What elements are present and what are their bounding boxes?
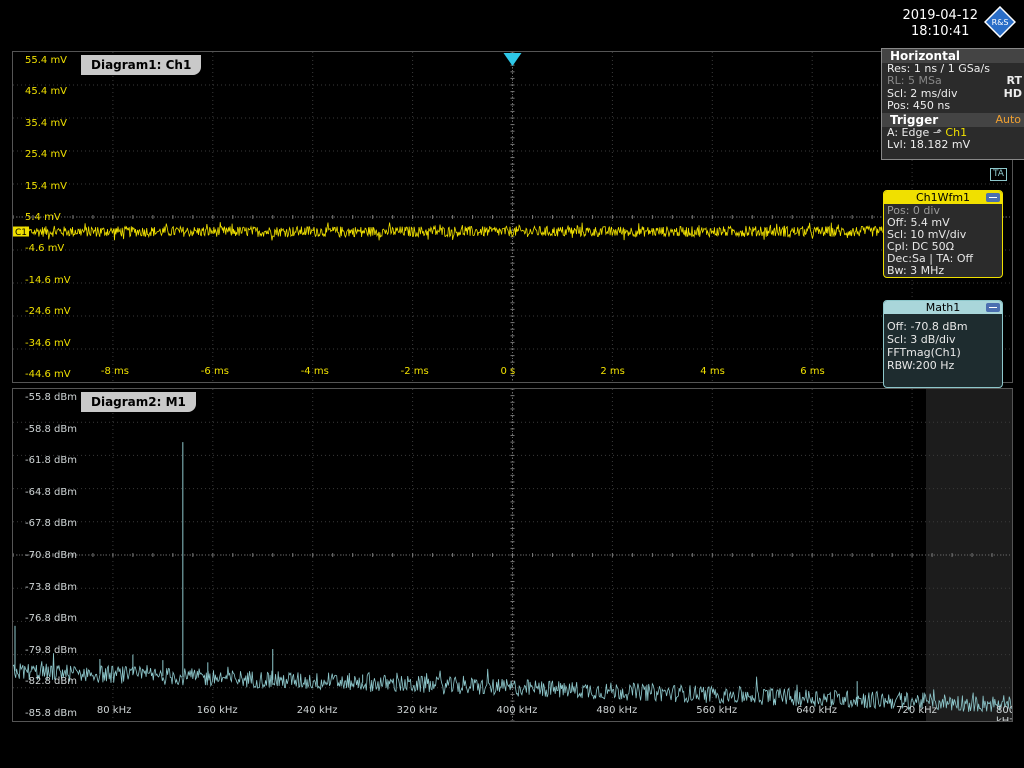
x-tick-label: -4 ms bbox=[300, 366, 329, 377]
x-tick-label: 6 ms bbox=[800, 366, 825, 377]
time-text: 18:10:41 bbox=[911, 24, 970, 39]
y-tick-label: 5.4 mV bbox=[25, 212, 61, 223]
horizontal-title[interactable]: Horizontal bbox=[882, 49, 1024, 63]
date-text: 2019-04-12 bbox=[902, 8, 978, 23]
y-tick-label: 15.4 mV bbox=[25, 180, 68, 192]
y-tick-label: 35.4 mV bbox=[25, 117, 68, 129]
x-tick-label: 400 kHz bbox=[496, 705, 538, 716]
y-tick-label: -67.8 dBm bbox=[25, 518, 78, 530]
x-tick-label: 640 kHz bbox=[796, 705, 838, 716]
x-tick-label: 0 s bbox=[500, 366, 516, 377]
math1-rbw: RBW:200 Hz bbox=[887, 359, 955, 372]
diagram1-tab[interactable]: Diagram1: Ch1 bbox=[81, 55, 202, 75]
y-tick-label: -85.8 dBm bbox=[25, 708, 78, 719]
math1-scl: Scl: 3 dB/div bbox=[887, 333, 956, 346]
ch1wfm-title[interactable]: Ch1Wfm1 bbox=[884, 191, 1002, 204]
x-tick-label: -2 ms bbox=[400, 366, 429, 377]
x-tick-label: -8 ms bbox=[100, 366, 129, 377]
y-tick-label: -76.8 dBm bbox=[25, 613, 78, 625]
ch1-trace bbox=[13, 222, 883, 241]
ch1wfm-bw: Bw: 3 MHz bbox=[887, 264, 945, 277]
y-tick-label: -61.8 dBm bbox=[25, 455, 78, 467]
trigger-level: Lvl: 18.182 mV bbox=[887, 137, 971, 151]
ch1wfm-panel[interactable]: Ch1Wfm1 Pos: 0 div Off: 5.4 mV Scl: 10 m… bbox=[883, 190, 1003, 278]
x-tick-label: 480 kHz bbox=[596, 705, 638, 716]
x-tick-label: 80 kHz bbox=[96, 705, 132, 716]
y-tick-label: -55.8 dBm bbox=[25, 392, 78, 403]
math1-title[interactable]: Math1 bbox=[884, 301, 1002, 314]
y-tick-label: -34.6 mV bbox=[25, 337, 71, 349]
x-tick-label: 560 kHz bbox=[696, 705, 738, 716]
y-tick-label: -70.8 dBm bbox=[25, 550, 78, 561]
y-tick-label: -44.6 mV bbox=[25, 369, 71, 380]
trigger-mode: Auto bbox=[995, 112, 1021, 126]
y-tick-label: 45.4 mV bbox=[25, 86, 68, 98]
diagram1-panel[interactable]: C1 Diagram1: Ch1 55.4 mV 45.4 mV 35.4 mV 25… bbox=[12, 51, 1013, 383]
x-tick-label: 160 kHz bbox=[196, 705, 238, 716]
y-tick-label: -14.6 mV bbox=[25, 274, 71, 286]
minimize-icon[interactable] bbox=[986, 193, 1000, 202]
y-tick-label: -82.8 dBm bbox=[25, 676, 78, 688]
trigger-position-icon bbox=[503, 53, 522, 66]
ch1-marker-label: C1 bbox=[15, 228, 27, 238]
y-tick-label: -58.8 dBm bbox=[25, 423, 78, 435]
x-tick-label: 2 ms bbox=[600, 366, 625, 377]
rs-logo-icon: R&S bbox=[984, 6, 1016, 38]
x-tick-label: -6 ms bbox=[200, 366, 229, 377]
y-tick-label: 25.4 mV bbox=[25, 149, 68, 161]
rs-logo-text: R&S bbox=[992, 18, 1009, 27]
x-tick-label: 4 ms bbox=[700, 366, 725, 377]
x-tick-label: 240 kHz bbox=[296, 705, 338, 716]
edge-rising-icon: ⬏ bbox=[932, 125, 942, 139]
y-tick-label: -4.6 mV bbox=[25, 243, 65, 255]
horizontal-pos: Pos: 450 ns bbox=[887, 99, 951, 113]
diagram1-plot[interactable]: C1 bbox=[13, 52, 1012, 382]
trigger-title[interactable]: Trigger Auto bbox=[882, 112, 1024, 127]
y-tick-label: -24.6 mV bbox=[25, 306, 71, 318]
math1-panel[interactable]: Math1 Off: -70.8 dBm Scl: 3 dB/div FFTma… bbox=[883, 300, 1003, 388]
diagram2-tab[interactable]: Diagram2: M1 bbox=[81, 392, 196, 412]
math1-func: FFTmag(Ch1) bbox=[887, 346, 961, 359]
y-tick-label: -73.8 dBm bbox=[25, 581, 78, 593]
ta-tag: TA bbox=[990, 168, 1007, 181]
diagram2-plot[interactable] bbox=[13, 389, 1012, 721]
y-tick-label: 55.4 mV bbox=[25, 55, 68, 66]
horizontal-panel[interactable]: Horizontal Res: 1 ns / 1 GSa/s RL: 5 MSa… bbox=[881, 48, 1024, 160]
y-tick-label: -64.8 dBm bbox=[25, 486, 78, 498]
x-tick-label: 720 kHz bbox=[896, 705, 937, 716]
minimize-icon[interactable] bbox=[986, 303, 1000, 312]
x-tick-label: 800 kHz bbox=[996, 705, 1013, 722]
diagram2-panel[interactable]: Diagram2: M1 -55.8 dBm -58.8 dBm -61.8 dBm… bbox=[12, 388, 1013, 722]
math1-off: Off: -70.8 dBm bbox=[887, 320, 968, 333]
y-tick-label: -79.8 dBm bbox=[25, 644, 78, 656]
x-tick-label: 320 kHz bbox=[396, 705, 438, 716]
datetime: 2019-04-12 18:10:41 bbox=[902, 8, 978, 40]
